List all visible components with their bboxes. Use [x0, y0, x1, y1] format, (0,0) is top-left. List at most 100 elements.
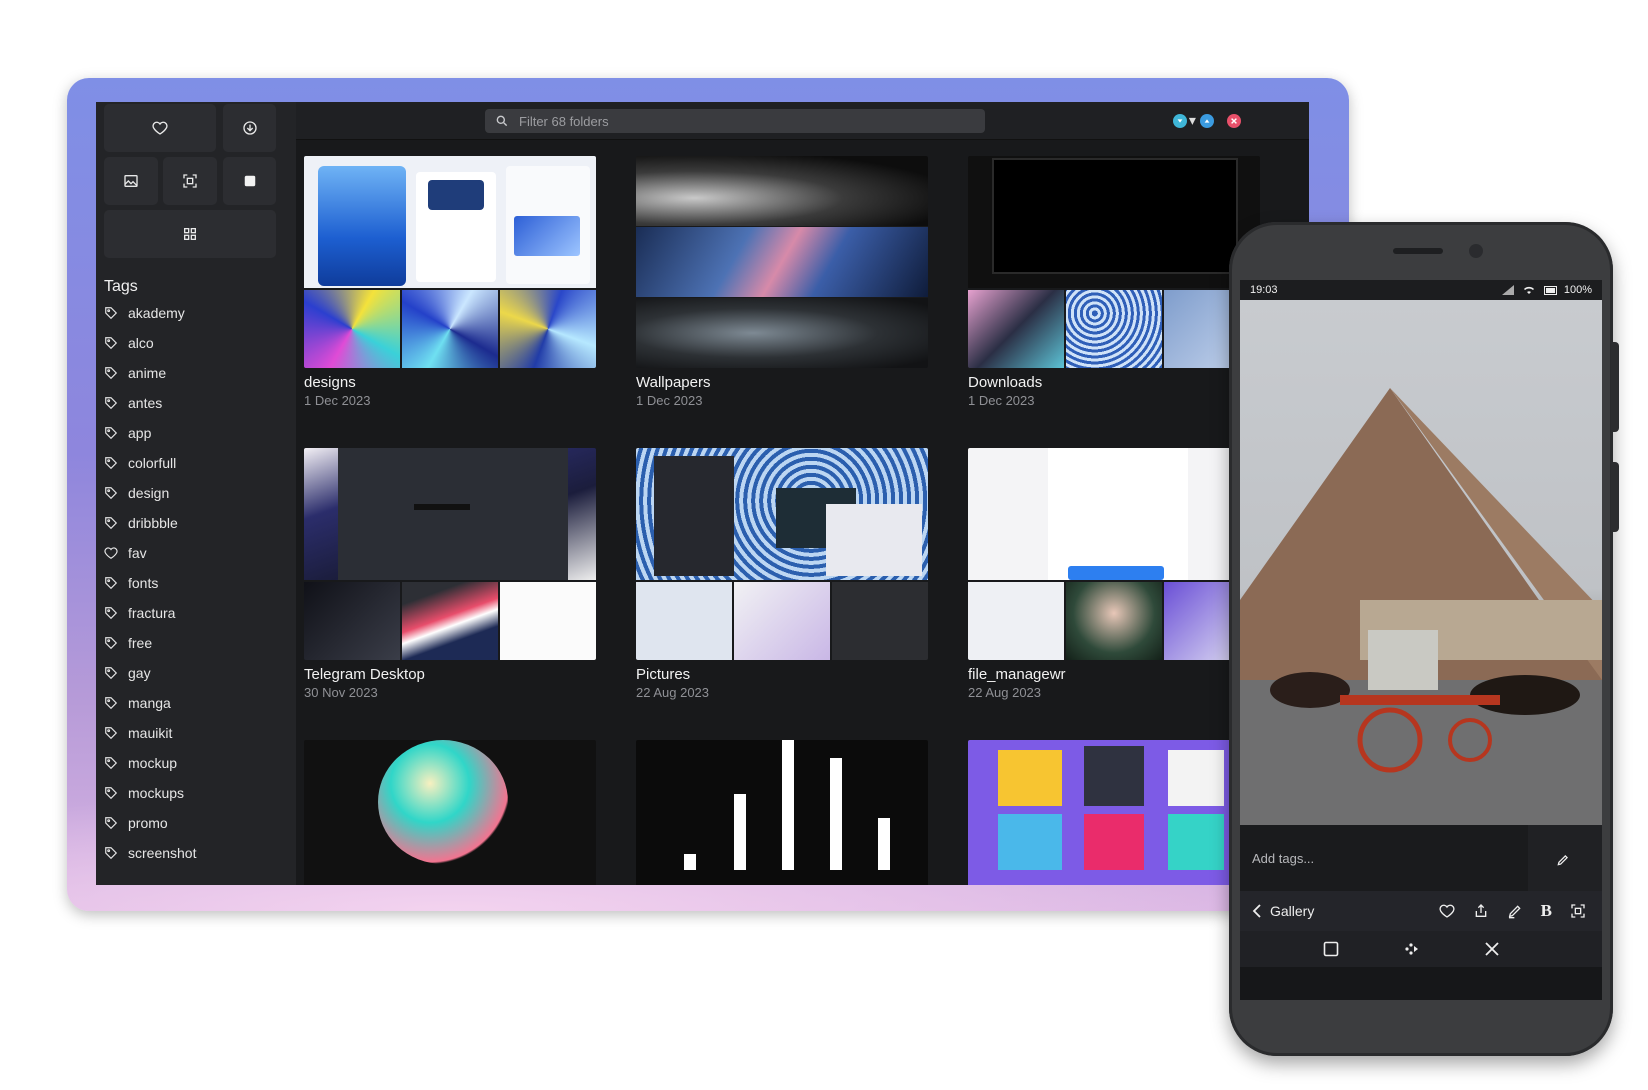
- tag-item-fav[interactable]: fav: [104, 538, 294, 568]
- tag-item-promo[interactable]: promo: [104, 808, 294, 838]
- chevron-left-icon: [1252, 904, 1261, 918]
- folder-card[interactable]: [968, 740, 1260, 885]
- volume-button: [1611, 342, 1619, 432]
- tag-item-anime[interactable]: anime: [104, 358, 294, 388]
- tag-item-app[interactable]: app: [104, 418, 294, 448]
- bold-icon[interactable]: B: [1541, 901, 1552, 921]
- heart-icon: [152, 121, 168, 135]
- folder-card[interactable]: designs 1 Dec 2023: [304, 156, 596, 408]
- battery-level: 100%: [1563, 284, 1592, 296]
- tag-icon: [104, 846, 128, 860]
- downloads-button[interactable]: [223, 104, 276, 152]
- system-navigation-bar: [1240, 931, 1602, 967]
- folder-title: Downloads: [968, 374, 1043, 391]
- tag-item-antes[interactable]: antes: [104, 388, 294, 418]
- tag-label: manga: [128, 695, 171, 711]
- tag-label: fonts: [128, 575, 159, 591]
- tag-label: screenshot: [128, 845, 197, 861]
- folder-card[interactable]: [304, 740, 596, 885]
- phone-camera: [1469, 244, 1483, 258]
- move-icon[interactable]: [1402, 940, 1420, 958]
- square-icon: [244, 175, 255, 187]
- tag-item-mockup[interactable]: mockup: [104, 748, 294, 778]
- edit-icon[interactable]: [1507, 903, 1523, 919]
- folder-date: 30 Nov 2023: [304, 685, 378, 700]
- tag-item-dribbble[interactable]: dribbble: [104, 508, 294, 538]
- folder-thumbnail: [636, 156, 928, 368]
- tag-icon: [104, 606, 128, 620]
- folder-thumbnail: [636, 448, 928, 660]
- battery-icon: [1543, 285, 1557, 295]
- tag-item-mauikit[interactable]: mauikit: [104, 718, 294, 748]
- tag-label: mockups: [128, 785, 185, 801]
- folder-card[interactable]: Wallpapers 1 Dec 2023: [636, 156, 928, 408]
- tag-icon: [104, 486, 128, 500]
- phone-screen: 19:03 100% Add tags... Gallery B: [1240, 280, 1602, 1000]
- folder-date: 22 Aug 2023: [968, 685, 1042, 700]
- close-icon: [1231, 118, 1237, 124]
- screenshot-stage: Tags akademy alco anime antes app colorfull de…: [0, 0, 1648, 1090]
- status-time: 19:03: [1250, 284, 1278, 296]
- minimize-button[interactable]: [1173, 114, 1187, 128]
- folder-thumbnail: [304, 448, 596, 660]
- tag-icon: [104, 516, 128, 530]
- folder-title: file_managewr: [968, 666, 1066, 683]
- folder-card[interactable]: [636, 740, 928, 885]
- maximize-button[interactable]: [1200, 114, 1214, 128]
- heart-icon[interactable]: [1439, 903, 1455, 919]
- close-icon[interactable]: [1484, 941, 1500, 957]
- folder-card[interactable]: file_managewr 22 Aug 2023: [968, 448, 1260, 700]
- pencil-icon[interactable]: [1556, 853, 1570, 867]
- back-label: Gallery: [1270, 903, 1315, 919]
- collections-button[interactable]: [223, 157, 276, 205]
- tag-label: colorfull: [128, 455, 177, 471]
- tag-item-mockups[interactable]: mockups: [104, 778, 294, 808]
- status-bar: 19:03 100%: [1240, 280, 1602, 300]
- tag-item-akademy[interactable]: akademy: [104, 298, 294, 328]
- heart-icon: [104, 546, 128, 560]
- tag-item-screenshot[interactable]: screenshot: [104, 838, 294, 868]
- tag-item-fonts[interactable]: fonts: [104, 568, 294, 598]
- overview-square-icon[interactable]: [1323, 941, 1339, 957]
- folder-card[interactable]: Telegram Desktop 30 Nov 2023: [304, 448, 596, 700]
- folder-card[interactable]: Downloads 1 Dec 2023: [968, 156, 1260, 408]
- back-to-gallery-button[interactable]: Gallery: [1252, 903, 1314, 919]
- photo-viewer[interactable]: [1240, 300, 1602, 825]
- close-button[interactable]: [1227, 114, 1241, 128]
- tag-item-alco[interactable]: alco: [104, 328, 294, 358]
- folder-date: 1 Dec 2023: [636, 393, 703, 408]
- folder-thumbnail: [636, 740, 928, 885]
- tag-icon: [104, 426, 128, 440]
- folder-card[interactable]: Pictures 22 Aug 2023: [636, 448, 928, 700]
- folder-date: 22 Aug 2023: [636, 685, 710, 700]
- share-icon[interactable]: [1473, 903, 1489, 919]
- folder-thumbnail: [304, 156, 596, 368]
- all-folders-button[interactable]: [104, 210, 276, 258]
- add-tags-input[interactable]: Add tags...: [1252, 851, 1314, 866]
- wifi-icon: [1523, 286, 1534, 294]
- tag-item-gay[interactable]: gay: [104, 658, 294, 688]
- gallery-app-window: Tags akademy alco anime antes app colorfull de…: [96, 102, 1309, 885]
- tag-icon: [104, 696, 128, 710]
- tag-label: promo: [128, 815, 168, 831]
- folder-thumbnail: [304, 740, 596, 885]
- fullscreen-icon[interactable]: [1570, 903, 1586, 919]
- tag-item-manga[interactable]: manga: [104, 688, 294, 718]
- tag-label: mauikit: [128, 725, 173, 741]
- tag-item-free[interactable]: free: [104, 628, 294, 658]
- folder-title: Wallpapers: [636, 374, 711, 391]
- tag-item-design[interactable]: design: [104, 478, 294, 508]
- sidebar: Tags akademy alco anime antes app colorfull de…: [96, 102, 296, 885]
- tag-item-fractura[interactable]: fractura: [104, 598, 294, 628]
- pictures-button[interactable]: [104, 157, 158, 205]
- tag-label: mockup: [128, 755, 178, 771]
- search-icon: [496, 115, 508, 127]
- tag-list: akademy alco anime antes app colorfull design d…: [104, 298, 294, 868]
- grid-icon: [184, 228, 196, 240]
- favorites-button[interactable]: [104, 104, 216, 152]
- tag-label: gay: [128, 665, 151, 681]
- search-input[interactable]: Filter 68 folders: [485, 109, 985, 133]
- screenshots-button[interactable]: [163, 157, 217, 205]
- folders-grid: designs 1 Dec 2023 Wallpapers 1 Dec 2023: [296, 140, 1309, 885]
- tag-item-colorfull[interactable]: colorfull: [104, 448, 294, 478]
